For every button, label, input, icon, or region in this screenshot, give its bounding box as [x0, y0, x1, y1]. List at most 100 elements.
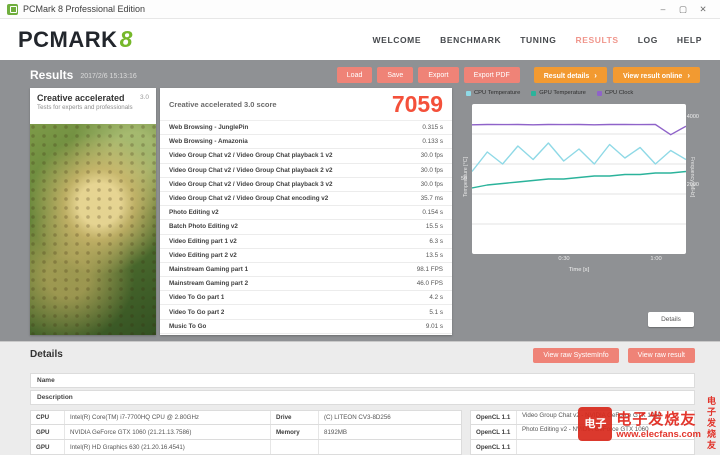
component-value: Intel(R) Core(TM) i7-7700HQ CPU @ 2.80GH…: [65, 411, 271, 424]
test-version: 3.0: [139, 94, 149, 101]
system-table-row: CPU Intel(R) Core(TM) i7-7700HQ CPU @ 2.8…: [30, 410, 462, 425]
nav-item-benchmark[interactable]: BENCHMARK: [440, 35, 501, 45]
opencl-label: OpenCL 1.1: [471, 440, 517, 454]
nav-item-welcome[interactable]: WELCOME: [373, 35, 422, 45]
x-tick-100: 1:00: [650, 256, 662, 262]
chart-plot: [472, 104, 686, 254]
score-row: Video Group Chat v2 / Video Group Chat p…: [160, 164, 452, 178]
component-value: (C) LITEON CV3-8D256: [324, 414, 391, 421]
test-value: 30.0 fps: [420, 180, 443, 188]
nav-item-log[interactable]: LOG: [638, 35, 658, 45]
x-axis-ticks: 0:30 1:00: [472, 256, 686, 264]
view-raw-systeminfo-button[interactable]: View raw SystemInfo: [533, 348, 619, 363]
test-value: 35.7 ms: [420, 195, 443, 203]
watermark-vertical-text: 电子发烧友: [706, 396, 716, 451]
elecfans-logo-icon: 电子: [578, 406, 613, 441]
score-rows: Web Browsing - JunglePin 0.315 s Web Brows…: [160, 121, 452, 334]
test-subtitle: Tests for experts and professionals: [37, 104, 133, 111]
legend-item: CPU Temperature: [466, 90, 520, 96]
window-title: PCMark 8 Professional Edition: [23, 4, 146, 14]
legend-swatch: [596, 90, 602, 96]
test-name: Mainstream Gaming part 2: [169, 280, 249, 288]
x-axis-title: Time [s]: [568, 267, 590, 273]
right-axis-title: Frequency [MHz]: [689, 156, 695, 198]
test-value: 0.154 s: [422, 209, 443, 217]
test-panel: Creative accelerated 3.0 Tests for exper…: [30, 88, 156, 335]
left-axis-tick: 50: [461, 176, 468, 182]
opencl-label: OpenCL 1.1: [471, 425, 517, 439]
maximize-button[interactable]: ▢: [673, 4, 693, 15]
test-name: Video Group Chat v2 / Video Group Chat p…: [169, 166, 333, 174]
export-pdf-button[interactable]: Export PDF: [463, 67, 520, 83]
component-label: [271, 440, 319, 454]
score-row: Web Browsing - JunglePin 0.315 s: [160, 121, 452, 136]
chart-area: Temperature [°C] Frequency [MHz] 50 4000…: [458, 104, 700, 254]
watermark-url: www.elecfans.com: [616, 428, 701, 440]
details-buttons: View raw SystemInfo View raw result: [533, 348, 695, 363]
overall-score: 7059: [391, 90, 443, 117]
nav-item-results[interactable]: RESULTS: [575, 35, 618, 45]
score-row: Mainstream Gaming part 1 98.1 FPS: [160, 263, 452, 278]
minimize-button[interactable]: –: [653, 4, 673, 14]
system-table: CPU Intel(R) Core(TM) i7-7700HQ CPU @ 2.8…: [30, 410, 462, 455]
score-row: Video Editing part 2 v2 13.5 s: [160, 249, 452, 263]
score-row: Web Browsing - Amazonia 0.133 s: [160, 135, 452, 150]
view-result-online-button[interactable]: View result online ›: [612, 67, 700, 83]
name-field-label: Name: [37, 377, 55, 384]
close-button[interactable]: ✕: [693, 4, 713, 15]
results-toolbar: Results 2017/2/6 15:13:16 Load Save Export…: [30, 66, 700, 84]
app-header: PCMARK 8 WELCOME BENCHMARK TUNING RESULTS LO…: [0, 19, 720, 60]
component-label: Memory: [271, 425, 319, 439]
pcmark-logo: PCMARK: [18, 26, 118, 52]
save-button[interactable]: Save: [377, 67, 414, 83]
component-value: 8192MB: [324, 428, 348, 436]
export-button[interactable]: Export: [418, 67, 459, 83]
test-name: Mainstream Gaming part 1: [169, 265, 249, 273]
load-button[interactable]: Load: [336, 67, 373, 83]
score-title: Creative accelerated 3.0 score: [169, 99, 277, 109]
score-row: Mainstream Gaming part 2 46.0 FPS: [160, 277, 452, 292]
pcmark-window: PCMark 8 Professional Edition – ▢ ✕ PCMA…: [0, 0, 720, 455]
toolbar-action-buttons: Result details › View result online ›: [533, 67, 700, 83]
legend-label: CPU Temperature: [474, 90, 521, 96]
test-value: 13.5 s: [425, 251, 443, 259]
nav-item-help[interactable]: HELP: [677, 35, 702, 45]
component-label: GPU: [31, 425, 65, 439]
component-label: CPU: [31, 411, 65, 424]
chevron-right-icon: ›: [687, 70, 690, 80]
description-field-label: Description: [37, 394, 73, 401]
component-value: Intel(R) HD Graphics 630 (21.20.16.4541): [65, 440, 271, 454]
result-details-button[interactable]: Result details ›: [533, 67, 607, 83]
nav-item-tuning[interactable]: TUNING: [520, 35, 556, 45]
chart-legend: CPU Temperature GPU Temperature CPU Clock: [458, 88, 700, 98]
view-raw-result-button[interactable]: View raw result: [627, 348, 695, 363]
watermark: 电子 电子发烧友 www.elecfans.com 电子发烧友: [578, 396, 718, 451]
score-row: Video Group Chat v2 / Video Group Chat p…: [160, 149, 452, 164]
score-row: Music To Go 9.01 s: [160, 320, 452, 334]
monitoring-panel: CPU Temperature GPU Temperature CPU Clock …: [458, 88, 700, 335]
score-row: Video To Go part 2 5.1 s: [160, 305, 452, 320]
test-name: Video To Go part 2: [169, 308, 225, 316]
test-name: Photo Editing v2: [169, 209, 219, 217]
chart-details-button[interactable]: Details: [648, 312, 694, 327]
x-tick-030: 0:30: [558, 256, 570, 262]
test-name: Video Editing part 1 v2: [169, 237, 237, 245]
legend-label: CPU Clock: [604, 90, 634, 96]
test-value: 30.0 fps: [420, 166, 443, 174]
pcmark-8-badge: 8: [119, 26, 133, 52]
score-row: Batch Photo Editing v2 15.5 s: [160, 220, 452, 235]
test-value: 15.5 s: [425, 223, 443, 231]
main-nav: WELCOME BENCHMARK TUNING RESULTS LOG HELP: [373, 35, 702, 45]
test-name-title: Creative accelerated: [37, 93, 125, 103]
test-name: Web Browsing - JunglePin: [169, 124, 249, 132]
opencl-label: OpenCL 1.1: [471, 411, 517, 424]
test-name: Music To Go: [169, 322, 207, 330]
result-timestamp: 2017/2/6 15:13:16: [80, 73, 137, 80]
score-header: Creative accelerated 3.0 score 7059: [160, 88, 452, 121]
test-name: Video To Go part 1: [169, 294, 225, 302]
test-value: 5.1 s: [429, 308, 443, 316]
details-heading: Details: [30, 349, 63, 360]
test-panel-header: Creative accelerated 3.0 Tests for exper…: [30, 88, 156, 124]
test-name: Video Group Chat v2 / Video Group Chat e…: [169, 195, 329, 203]
system-table-row: GPU NVIDIA GeForce GTX 1060 (21.21.13.758…: [30, 425, 462, 440]
